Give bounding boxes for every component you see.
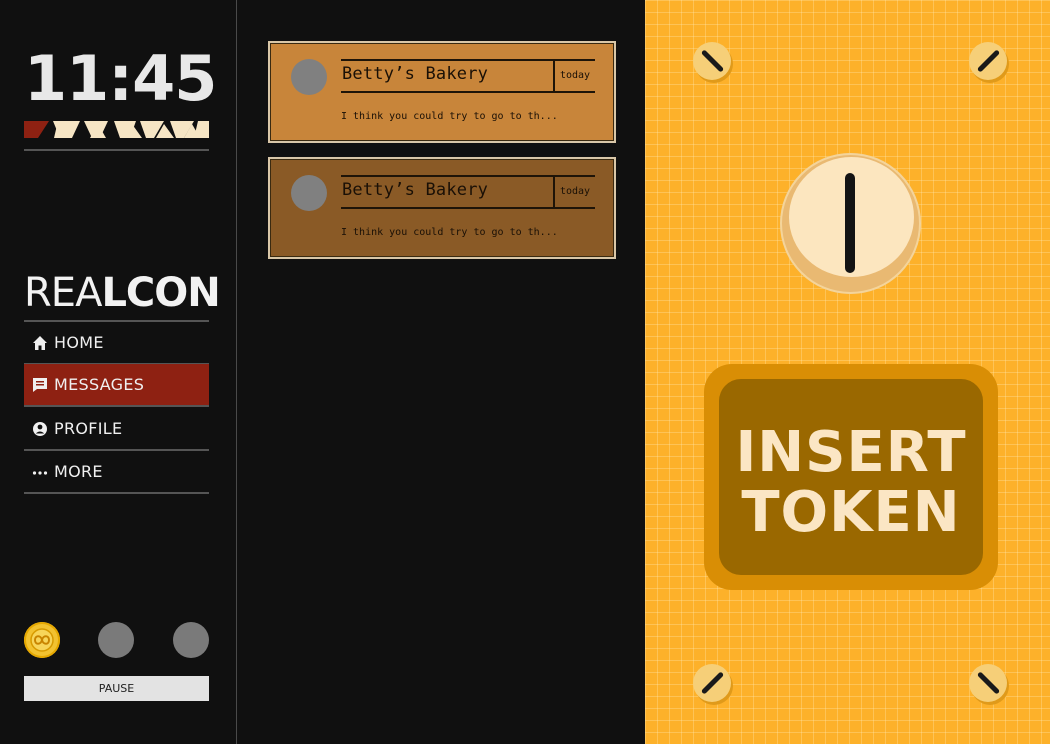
message-sender: Betty’s Bakery	[342, 64, 489, 84]
sidebar: 11:45 REALCON HOME MESSAGES PROFILE MORE…	[0, 0, 237, 744]
pause-button[interactable]: PAUSE	[24, 676, 209, 701]
token-panel: INSERT TOKEN	[645, 0, 1050, 744]
nav-item-label: MESSAGES	[54, 375, 145, 394]
clock: 11:45	[24, 42, 217, 115]
screw-icon	[693, 42, 731, 80]
nav-item-label: MORE	[54, 462, 103, 481]
token-coin-empty	[98, 622, 134, 658]
infinity-coin-icon	[30, 628, 54, 652]
coin-slot-opening	[845, 173, 855, 273]
screw-icon	[969, 42, 1007, 80]
message-card[interactable]: Betty’s Bakery today I think you could t…	[268, 41, 616, 143]
message-list: Betty’s Bakery today I think you could t…	[238, 0, 645, 744]
insert-token-label: INSERT TOKEN	[719, 423, 983, 543]
message-date: today	[553, 177, 595, 207]
avatar	[291, 175, 327, 211]
message-card[interactable]: Betty’s Bakery today I think you could t…	[268, 157, 616, 259]
ellipsis-icon	[32, 464, 48, 480]
brand-logo-part-bold: LCON	[101, 270, 220, 316]
message-header: Betty’s Bakery today	[341, 59, 595, 93]
brand-logo: REALCON	[24, 270, 221, 316]
message-header: Betty’s Bakery today	[341, 175, 595, 209]
insert-token-line2: TOKEN	[741, 480, 961, 545]
divider	[24, 149, 209, 151]
screw-icon	[693, 664, 731, 702]
message-date: today	[553, 61, 595, 91]
screw-icon	[969, 664, 1007, 702]
nav-item-more[interactable]: MORE	[24, 451, 209, 494]
nav-item-messages[interactable]: MESSAGES	[24, 364, 209, 407]
token-coin-empty	[173, 622, 209, 658]
nav-item-home[interactable]: HOME	[24, 322, 209, 365]
avatar	[291, 59, 327, 95]
message-sender: Betty’s Bakery	[342, 180, 489, 200]
coin-slot[interactable]	[780, 153, 921, 294]
insert-token-line1: INSERT	[735, 420, 967, 485]
message-preview: I think you could try to go to th...	[341, 227, 558, 238]
insert-token-button-face: INSERT TOKEN	[719, 379, 983, 575]
home-icon	[32, 335, 48, 351]
insert-token-button[interactable]: INSERT TOKEN	[704, 364, 998, 590]
brand-logo-part: REA	[24, 270, 102, 316]
message-icon	[32, 377, 48, 393]
message-preview: I think you could try to go to th...	[341, 111, 558, 122]
user-circle-icon	[32, 421, 48, 437]
nav-item-label: PROFILE	[54, 419, 123, 438]
token-coin-filled	[24, 622, 60, 658]
nav-item-profile[interactable]: PROFILE	[24, 408, 209, 451]
nav-item-label: HOME	[54, 333, 104, 352]
clock-decoration-strip	[24, 121, 209, 138]
